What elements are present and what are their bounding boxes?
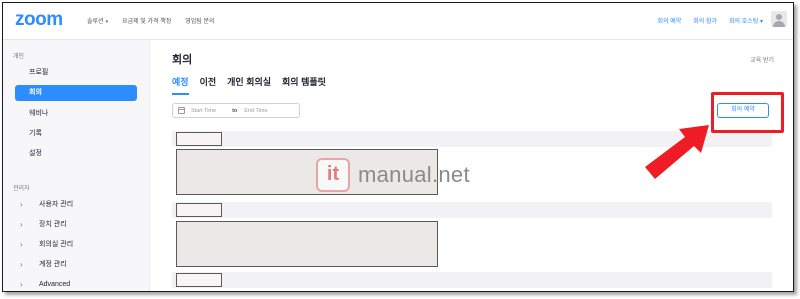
nav-host-label: 회의 호스팅 bbox=[729, 19, 759, 25]
tab-previous[interactable]: 이전 bbox=[200, 75, 217, 95]
screenshot-frame: zoom 솔루션 ▾ 요금제 및 가격 책정 영업팀 문의 회의 예약 회의 참가… bbox=[2, 2, 794, 292]
meeting-date-header bbox=[172, 202, 772, 218]
date-range-separator: to bbox=[232, 107, 238, 114]
sidebar-item-user-management[interactable]: › 사용자 관리 bbox=[15, 197, 137, 213]
nav-left-menu: 솔루션 ▾ 요금제 및 가격 책정 영업팀 문의 bbox=[87, 16, 215, 25]
date-range-picker[interactable]: Start Time to End Time bbox=[172, 103, 300, 118]
sidebar-heading-personal: 개인 bbox=[13, 54, 25, 60]
sidebar-item-webinars[interactable]: 웨비나 bbox=[15, 106, 137, 122]
red-arrow-icon bbox=[645, 125, 709, 179]
nav-right-menu: 회의 예약 회의 참가 회의 호스팅 ▾ bbox=[658, 16, 763, 25]
redacted-date-chip bbox=[176, 132, 222, 146]
chevron-right-icon: › bbox=[20, 220, 23, 229]
end-time-field[interactable]: End Time bbox=[244, 108, 267, 114]
watermark-text: manual.net bbox=[358, 162, 470, 187]
meeting-date-header bbox=[172, 272, 772, 288]
user-avatar-icon[interactable] bbox=[771, 11, 787, 27]
redacted-date-chip bbox=[176, 273, 222, 287]
training-link[interactable]: 교육 받기 bbox=[750, 55, 774, 64]
calendar-icon bbox=[178, 107, 185, 114]
nav-host-meeting[interactable]: 회의 호스팅 ▾ bbox=[729, 16, 763, 25]
sidebar-item-advanced[interactable]: › Advanced bbox=[15, 277, 137, 291]
sidebar-item-label: Advanced bbox=[39, 281, 71, 288]
nav-contact-sales[interactable]: 영업팀 문의 bbox=[185, 16, 214, 25]
sidebar-heading-admin: 관리자 bbox=[13, 186, 30, 192]
nav-pricing[interactable]: 요금제 및 가격 책정 bbox=[122, 16, 171, 25]
tab-meeting-templates[interactable]: 회의 템플릿 bbox=[282, 75, 326, 95]
sidebar-item-label: 장치 관리 bbox=[39, 221, 67, 228]
chevron-right-icon: › bbox=[20, 240, 23, 249]
meeting-tabs: 예정 이전 개인 회의실 회의 템플릿 bbox=[172, 75, 326, 95]
sidebar: 개인 프로필 회의 웨비나 기록 설정 관리자 › 사용자 관리 › 장치 관리… bbox=[3, 40, 150, 291]
top-navigation: zoom 솔루션 ▾ 요금제 및 가격 책정 영업팀 문의 회의 예약 회의 참가… bbox=[3, 3, 793, 40]
sidebar-item-settings[interactable]: 설정 bbox=[15, 146, 137, 162]
page-title: 회의 bbox=[172, 54, 193, 66]
highlight-box bbox=[711, 92, 784, 133]
sidebar-item-profile[interactable]: 프로필 bbox=[15, 65, 137, 81]
sidebar-item-label: 사용자 관리 bbox=[39, 201, 74, 208]
nav-schedule-meeting[interactable]: 회의 예약 bbox=[658, 16, 682, 25]
sidebar-item-label: 계정 관리 bbox=[39, 261, 67, 268]
redacted-date-chip bbox=[176, 203, 222, 217]
sidebar-item-device-management[interactable]: › 장치 관리 bbox=[15, 217, 137, 233]
sidebar-item-room-management[interactable]: › 회의실 관리 bbox=[15, 237, 137, 253]
nav-join-meeting[interactable]: 회의 참가 bbox=[693, 16, 717, 25]
redacted-meeting-item[interactable] bbox=[176, 221, 438, 267]
watermark-logo: it bbox=[316, 158, 350, 192]
sidebar-item-account-management[interactable]: › 계정 관리 bbox=[15, 257, 137, 273]
sidebar-item-meetings[interactable]: 회의 bbox=[15, 85, 137, 101]
nav-solutions[interactable]: 솔루션 ▾ bbox=[87, 16, 108, 25]
start-time-field[interactable]: Start Time bbox=[191, 108, 216, 114]
sidebar-item-recordings[interactable]: 기록 bbox=[15, 126, 137, 142]
zoom-logo[interactable]: zoom bbox=[15, 9, 63, 31]
chevron-right-icon: › bbox=[20, 280, 23, 289]
chevron-down-icon: ▾ bbox=[759, 19, 763, 25]
sidebar-item-label: 회의실 관리 bbox=[39, 241, 74, 248]
chevron-down-icon: ▾ bbox=[105, 19, 109, 25]
chevron-right-icon: › bbox=[20, 200, 23, 209]
tab-upcoming[interactable]: 예정 bbox=[172, 75, 189, 95]
tab-personal-room[interactable]: 개인 회의실 bbox=[227, 75, 271, 95]
watermark: it manual.net bbox=[316, 157, 470, 193]
chevron-right-icon: › bbox=[20, 260, 23, 269]
nav-solutions-label: 솔루션 bbox=[87, 19, 104, 25]
